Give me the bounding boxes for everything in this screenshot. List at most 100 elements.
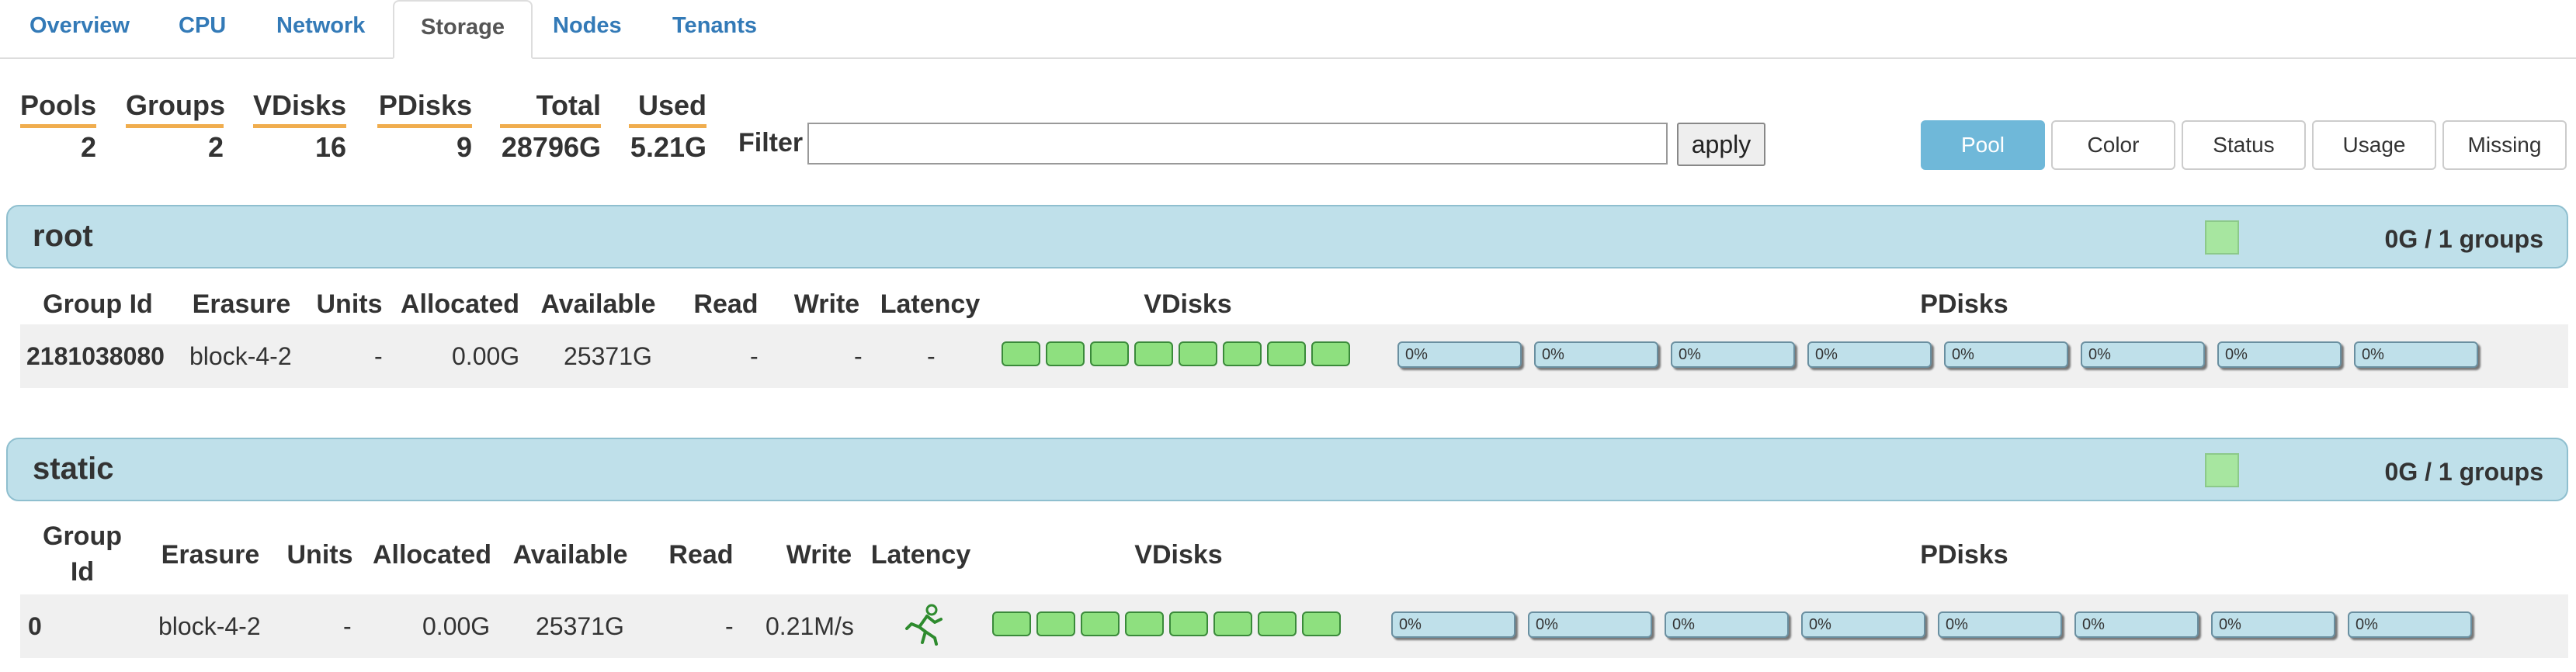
col-write: Write (786, 540, 852, 570)
stat-pools: Pools 2 (20, 88, 96, 167)
vdisk-indicator[interactable] (1213, 611, 1252, 636)
pdisk-usage-bar[interactable]: 0% (1528, 611, 1652, 638)
vdisk-indicator[interactable] (1302, 611, 1341, 636)
pdisk-usage-bar[interactable]: 0% (1801, 611, 1925, 638)
stat-total: Total 28796G (500, 88, 601, 167)
cell-latency: - (927, 342, 936, 370)
view-color-button[interactable]: Color (2051, 120, 2175, 170)
pool-summary: 0G / 1 groups (2384, 225, 2543, 253)
cell-read: - (750, 342, 759, 370)
filter-label: Filter (738, 128, 804, 158)
stat-value: 9 (456, 131, 472, 163)
col-group-id: Group Id (20, 518, 144, 590)
cell-allocated: 0.00G (422, 612, 491, 640)
vdisk-indicator[interactable] (1311, 341, 1350, 366)
col-write: Write (793, 289, 860, 319)
cell-units: - (374, 342, 383, 370)
pdisk-usage-bar[interactable]: 0% (1665, 611, 1789, 638)
tab-tenants[interactable]: Tenants (646, 0, 783, 57)
cell-units: - (343, 612, 352, 640)
stat-value: 2 (80, 131, 96, 163)
vdisk-indicator[interactable] (1036, 611, 1075, 636)
tab-cpu[interactable]: CPU (152, 0, 252, 57)
view-missing-button[interactable]: Missing (2442, 120, 2567, 170)
vdisk-indicator[interactable] (1090, 341, 1129, 366)
pdisk-usage-bar[interactable]: 0% (1534, 341, 1658, 368)
col-group-id-line1: Group (43, 521, 122, 551)
stat-label: Total (500, 88, 601, 128)
col-vdisks: VDisks (1134, 540, 1223, 570)
pdisk-usage-bar[interactable]: 0% (2348, 611, 2472, 638)
cell-available: 25371G (564, 342, 652, 370)
vdisk-indicator[interactable] (992, 611, 1031, 636)
stat-vdisks: VDisks 16 (253, 88, 346, 167)
cell-allocated: 0.00G (452, 342, 520, 370)
view-status-button[interactable]: Status (2182, 120, 2306, 170)
pdisk-usage-bar[interactable]: 0% (2217, 341, 2342, 368)
col-pdisks: PDisks (1920, 289, 2008, 319)
pool-summary: 0G / 1 groups (2384, 458, 2543, 486)
vdisk-indicator[interactable] (1081, 611, 1120, 636)
tab-overview[interactable]: Overview (3, 0, 156, 57)
vdisk-indicator[interactable] (1267, 341, 1306, 366)
col-units: Units (316, 289, 383, 319)
col-read: Read (668, 540, 734, 570)
pdisk-usage-bar[interactable]: 0% (1944, 341, 2068, 368)
cell-write: - (854, 342, 863, 370)
vdisk-indicator[interactable] (1169, 611, 1208, 636)
vdisk-indicator[interactable] (1258, 611, 1297, 636)
cell-write: 0.21M/s (766, 612, 854, 640)
stat-value: 2 (207, 131, 224, 163)
col-pdisks: PDisks (1920, 540, 2008, 570)
pool-header-static[interactable]: static 0G / 1 groups (6, 438, 2568, 501)
col-allocated: Allocated (372, 540, 492, 570)
stat-pdisks: PDisks 9 (377, 88, 472, 167)
stat-label: VDisks (253, 88, 346, 128)
vdisk-indicator[interactable] (1002, 341, 1040, 366)
pdisk-usage-bar[interactable]: 0% (1938, 611, 2062, 638)
stat-value: 16 (314, 131, 346, 163)
pool-title: static (33, 452, 114, 486)
stat-value: 28796G (501, 131, 601, 163)
col-available: Available (540, 289, 656, 319)
cell-group-id[interactable]: 0 (28, 611, 42, 642)
filter-input[interactable] (807, 123, 1668, 165)
stat-groups: Groups 2 (126, 88, 225, 167)
cell-group-id[interactable]: 2181038080 (26, 341, 165, 372)
tab-storage[interactable]: Storage (393, 0, 533, 59)
pdisk-usage-bar[interactable]: 0% (2354, 341, 2478, 368)
pool-title: root (33, 219, 93, 253)
vdisk-indicator[interactable] (1223, 341, 1262, 366)
running-man-icon (905, 604, 943, 646)
view-pool-button[interactable]: Pool (1921, 120, 2045, 170)
tab-nodes[interactable]: Nodes (526, 0, 648, 57)
vdisk-indicator[interactable] (1134, 341, 1173, 366)
stat-used: Used 5.21G (629, 88, 706, 167)
pool-status-swatch (2205, 453, 2239, 487)
pool-header-root[interactable]: root 0G / 1 groups (6, 205, 2568, 268)
col-erasure: Erasure (192, 289, 291, 319)
nav-tabs: Overview CPU Network Storage Nodes Tenan… (0, 0, 2576, 59)
view-usage-button[interactable]: Usage (2312, 120, 2436, 170)
stat-label: PDisks (377, 88, 472, 128)
col-latency: Latency (880, 289, 981, 319)
vdisk-indicator[interactable] (1046, 341, 1085, 366)
pdisk-usage-bar[interactable]: 0% (1807, 341, 1932, 368)
pool-status-swatch (2205, 220, 2239, 255)
pdisk-usage-bar[interactable]: 0% (2074, 611, 2199, 638)
cell-erasure: block-4-2 (158, 612, 261, 640)
col-group-id-line2: Id (70, 557, 95, 587)
stat-value: 5.21G (630, 131, 706, 163)
col-group-id: Group Id (43, 289, 153, 319)
pdisk-usage-bar[interactable]: 0% (1397, 341, 1522, 368)
stat-label: Pools (20, 88, 96, 128)
pdisk-usage-bar[interactable]: 0% (2211, 611, 2335, 638)
tab-network[interactable]: Network (250, 0, 391, 57)
pdisk-usage-bar[interactable]: 0% (1671, 341, 1795, 368)
vdisk-indicator[interactable] (1179, 341, 1217, 366)
pdisk-usage-bar[interactable]: 0% (1391, 611, 1515, 638)
apply-button[interactable]: apply (1677, 123, 1765, 166)
pdisk-usage-bar[interactable]: 0% (2081, 341, 2205, 368)
vdisk-indicator[interactable] (1125, 611, 1164, 636)
col-erasure: Erasure (161, 540, 260, 570)
